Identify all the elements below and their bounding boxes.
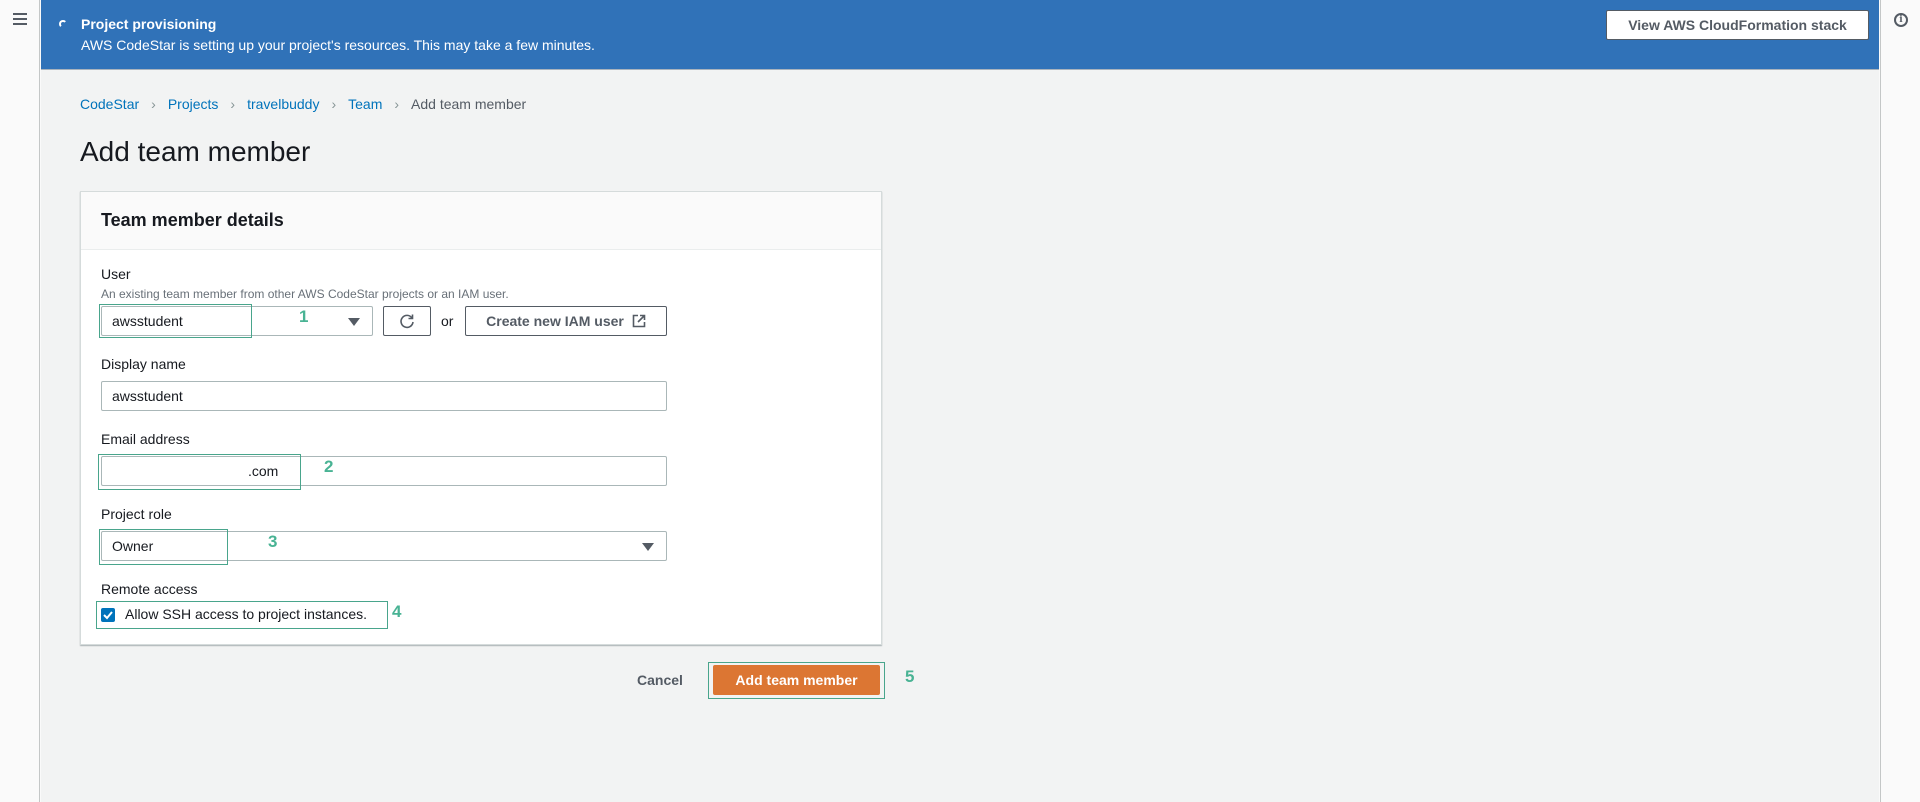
provisioning-banner: Project provisioning AWS CodeStar is set… <box>41 0 1879 70</box>
refresh-icon <box>400 314 414 329</box>
ssh-access-label: Allow SSH access to project instances. <box>125 606 367 622</box>
caret-down-icon <box>642 543 654 551</box>
create-new-iam-user-button[interactable]: Create new IAM user <box>465 306 667 336</box>
email-value: .com <box>248 463 279 479</box>
user-select[interactable]: awsstudent <box>101 306 373 336</box>
page-title: Add team member <box>80 136 311 167</box>
display-name-input[interactable] <box>101 381 667 411</box>
ssh-access-checkbox[interactable] <box>101 608 115 622</box>
annotation-number-5: 5 <box>905 667 915 686</box>
annotation-number-2: 2 <box>324 457 334 476</box>
user-description: An existing team member from other AWS C… <box>101 287 509 301</box>
breadcrumb-projects[interactable]: Projects <box>168 96 219 112</box>
annotation-number-1: 1 <box>299 307 309 326</box>
user-select-value: awsstudent <box>112 313 183 329</box>
banner-title: Project provisioning <box>81 16 217 32</box>
annotation-number-4: 4 <box>392 602 402 621</box>
spinner-icon <box>59 20 67 28</box>
breadcrumb-codestar[interactable]: CodeStar <box>80 96 139 112</box>
chevron-right-icon: › <box>394 96 400 112</box>
chevron-right-icon: › <box>230 96 236 112</box>
breadcrumb-team[interactable]: Team <box>348 96 382 112</box>
breadcrumb-current: Add team member <box>411 96 527 112</box>
email-input[interactable]: .com <box>101 456 667 486</box>
chevron-right-icon: › <box>151 96 156 112</box>
cancel-button[interactable]: Cancel <box>625 670 695 690</box>
breadcrumb: CodeStar › Projects › travelbuddy › Team… <box>80 96 526 112</box>
email-label: Email address <box>101 431 190 447</box>
display-name-label: Display name <box>101 356 186 372</box>
project-role-select[interactable]: Owner <box>101 531 667 561</box>
breadcrumb-travelbuddy[interactable]: travelbuddy <box>247 96 319 112</box>
remote-access-label: Remote access <box>101 581 198 597</box>
team-member-details-panel: Team member details User An existing tea… <box>80 191 882 645</box>
user-label: User <box>101 266 131 282</box>
create-iam-label: Create new IAM user <box>486 313 624 329</box>
panel-title: Team member details <box>81 192 881 250</box>
chevron-right-icon: › <box>331 96 337 112</box>
checkmark-icon <box>103 611 113 620</box>
right-tools-rail: i <box>1880 0 1920 802</box>
main-content: Project provisioning AWS CodeStar is set… <box>41 0 1879 802</box>
external-link-icon <box>632 314 646 328</box>
project-role-label: Project role <box>101 506 172 522</box>
banner-message: AWS CodeStar is setting up your project'… <box>81 37 595 53</box>
annotation-number-3: 3 <box>268 532 278 551</box>
add-team-member-button[interactable]: Add team member <box>713 665 880 695</box>
menu-icon[interactable] <box>13 13 27 25</box>
project-role-value: Owner <box>112 538 154 554</box>
caret-down-icon <box>348 318 360 326</box>
info-icon[interactable]: i <box>1894 13 1908 27</box>
or-text: or <box>441 313 454 329</box>
view-cloudformation-stack-button[interactable]: View AWS CloudFormation stack <box>1606 10 1869 40</box>
left-navigation-rail <box>0 0 40 802</box>
refresh-users-button[interactable] <box>383 306 431 336</box>
